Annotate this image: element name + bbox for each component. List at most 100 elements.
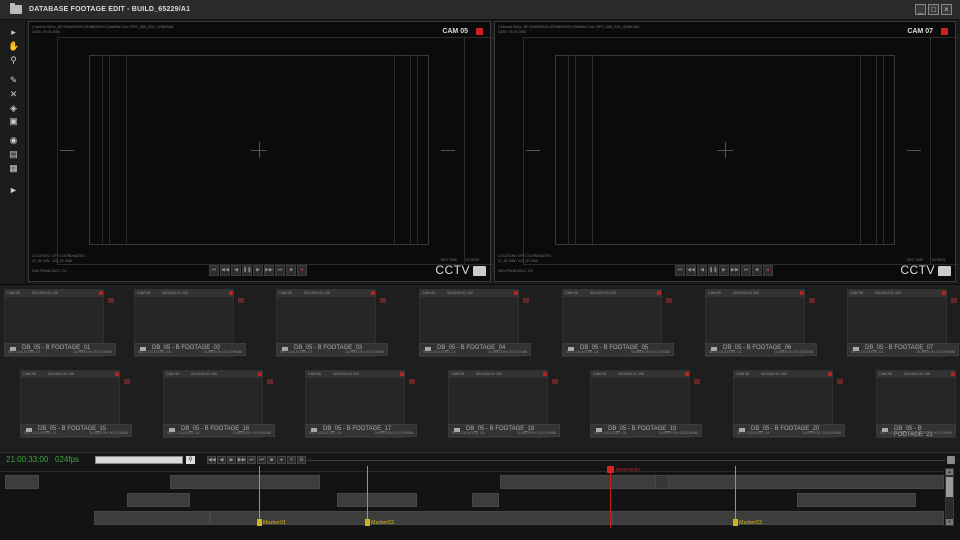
footage-bin[interactable]: CAM 05 02/13/04 01 100 DB_05 - B FOOTAGE_… [134,289,246,359]
bin-id: 02/13/04 01 100 [760,372,787,376]
timeline-end-button[interactable]: ⏭ [247,456,256,464]
zoom-handle[interactable] [947,456,955,464]
eye-icon[interactable]: ◉ [8,135,19,146]
guide-line [592,55,593,245]
zoom-track[interactable] [305,460,945,461]
record-button[interactable]: ● [763,265,773,276]
skip-forward-button[interactable]: ⏭ [741,265,751,276]
save-icon[interactable]: ▦ [8,163,19,174]
footage-bin[interactable]: CAM 05 02/13/04 01 100 DB_05 - B FOOTAGE_… [419,289,531,359]
bin-location: SEC LOCATION, CA [24,431,57,435]
zoom-tool-icon[interactable]: ⚲ [8,55,19,66]
playhead[interactable] [610,466,611,528]
footage-bin[interactable]: CAM 05 02/13/04 01 100 DB_05 - B FOOTAGE_… [590,370,702,440]
fast-forward-button[interactable]: ▶▶ [730,265,740,276]
bin-tag [124,379,130,384]
timeline-clip[interactable] [500,475,944,489]
timeline-step-back-button[interactable]: ◀ [217,456,226,464]
timeline[interactable]: Marker01 Marker02 Marker03 00:00:00:00 ▲… [0,466,960,540]
timeline-scrollbar[interactable]: ▲ ▼ [945,468,954,526]
hand-tool-icon[interactable]: ✋ [8,41,19,52]
footage-bin[interactable]: CAM 05 02/13/04 01 100 DB_05 - B FOOTAGE_… [845,370,957,440]
print-icon[interactable]: ▤ [8,149,19,160]
monitor-meta: | Camera 02/Lic_NF-SHAMS/225.225.86BS6XX… [32,25,174,29]
timeline-rewind-button[interactable]: ◀◀ [207,456,216,464]
record-button[interactable]: ● [297,265,307,276]
bin-id: 02/13/04 01 100 [31,291,58,295]
timeline-stop-button[interactable]: ■ [267,456,276,464]
select-tool-icon[interactable]: ▸ [8,27,19,38]
step-back-button[interactable]: ◀ [231,265,241,276]
timeline-clip[interactable] [170,475,320,489]
bin-tag [238,298,244,303]
camera-icon [938,266,951,276]
timeline-clip[interactable] [655,475,669,489]
pause-button[interactable]: ❚❚ [708,265,718,276]
play-button[interactable]: ▶ [253,265,263,276]
step-back-button[interactable]: ◀ [697,265,707,276]
bin-record-icon [951,372,955,376]
minimize-button[interactable]: _ [915,4,926,15]
timeline-clip[interactable] [472,493,499,507]
footage-bin[interactable]: CAM 05 02/13/04 01 100 DB_05 - B FOOTAGE_… [705,289,817,359]
pause-button[interactable]: ❚❚ [242,265,252,276]
marker-flag[interactable] [365,519,370,526]
cut-tool-icon[interactable]: ✕ [8,89,19,100]
rewind-button[interactable]: ◀◀ [220,265,230,276]
timeline-ruler[interactable] [0,466,944,472]
timeline-play-button[interactable]: ▶ [227,456,236,464]
fast-forward-button[interactable]: ▶▶ [264,265,274,276]
rec-time-value: 02:09:05 [466,258,480,262]
footage-bin[interactable]: CAM 05 02/13/04 01 100 DB_05 - B FOOTAGE_… [448,370,560,440]
rewind-button[interactable]: ◀◀ [686,265,696,276]
timeline-clip[interactable] [797,493,916,507]
bin-cam: CAM 05 [279,291,292,295]
footage-bin[interactable]: CAM 05 02/13/04 01 100 DB_05 - B FOOTAGE_… [305,370,417,440]
skip-back-button[interactable]: ⏮ [209,265,219,276]
marker-flag[interactable] [733,519,738,526]
bin-label: DB_05 - B FOOTAGE_19 SEC LOCATION, CA DURA… [590,424,702,437]
footage-bin[interactable]: CAM 05 02/13/04 01 100 DB_05 - B FOOTAGE_… [562,289,674,359]
timeline-clip[interactable] [127,493,190,507]
footage-bin[interactable]: CAM 05 02/13/04 01 100 DB_05 - B FOOTAGE_… [4,289,116,359]
scroll-up-icon[interactable]: ▲ [946,469,953,475]
bin-record-icon [942,291,946,295]
timeline-delete-button[interactable]: ✕ [287,456,296,464]
timeline-forward-button[interactable]: ▶▶ [237,456,246,464]
timeline-start-button[interactable]: ⏮ [257,456,266,464]
playhead-handle[interactable] [607,466,614,473]
footage-bin[interactable]: CAM 05 02/13/04 01 100 DB_05 - B FOOTAGE_… [276,289,388,359]
play-icon[interactable]: ► [8,185,19,196]
bin-record-icon [514,291,518,295]
monitor-cam-05[interactable]: | Camera 02/Lic_NF-SHAMS/225.225.86BS6XX… [28,21,493,282]
footage-bin[interactable]: CAM 05 02/13/04 01 100 DB_05 - B FOOTAGE_… [847,289,959,359]
marker-label: Marker03 [739,520,763,526]
maximize-button[interactable]: □ [928,4,939,15]
play-button[interactable]: ▶ [719,265,729,276]
frame-tool-icon[interactable]: ▣ [8,116,19,127]
marker-flag[interactable] [257,519,262,526]
timeline-clip[interactable] [337,493,417,507]
bin-header: CAM 05 02/13/04 01 100 [276,289,376,297]
footage-bin[interactable]: CAM 05 02/13/04 01 100 DB_05 - B FOOTAGE_… [20,370,132,440]
scroll-thumb[interactable] [946,477,953,497]
timeline-clip[interactable] [612,511,944,525]
bin-duration: DURATION: 00:23:90/86 [916,350,955,354]
location-label: LOCATION / GPS COORDINATES: [498,254,552,258]
search-icon[interactable]: ⚲ [186,456,195,464]
pen-tool-icon[interactable]: ✎ [8,75,19,86]
search-input[interactable] [95,456,183,464]
stop-button[interactable]: ■ [286,265,296,276]
timeline-clip[interactable] [5,475,39,489]
monitor-cam-07[interactable]: | Camera 02/Lic_NF-SHAMS/225.225.86BS6XX… [494,21,959,282]
stop-button[interactable]: ■ [752,265,762,276]
eraser-tool-icon[interactable]: ◈ [8,103,19,114]
footage-bin[interactable]: CAM 05 02/13/04 01 100 DB_05 - B FOOTAGE_… [733,370,845,440]
footage-bin[interactable]: CAM 05 02/13/04 01 100 DB_05 - B FOOTAGE_… [163,370,275,440]
skip-back-button[interactable]: ⏮ [675,265,685,276]
scroll-down-icon[interactable]: ▼ [946,519,953,525]
timeline-record-button[interactable]: ● [277,456,286,464]
timeline-clip[interactable] [94,511,210,525]
close-button[interactable]: × [941,4,952,15]
skip-forward-button[interactable]: ⏭ [275,265,285,276]
